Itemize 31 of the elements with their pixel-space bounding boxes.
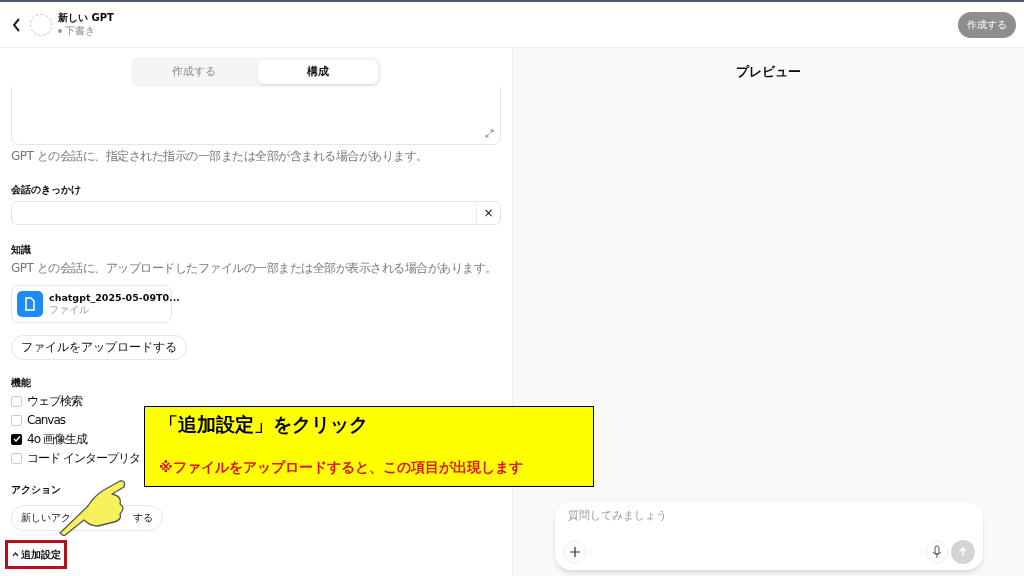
checkbox-label: ウェブ検索 (27, 393, 82, 410)
microphone-icon[interactable] (924, 540, 949, 564)
section-label: 機能 (11, 375, 32, 390)
checkbox-label: 4o 画像生成 (27, 431, 87, 448)
knowledge-caption: GPT との会話に、アップロードしたファイルの一部または全部が表示される場合があります。 (11, 260, 498, 277)
checkbox[interactable] (11, 433, 22, 445)
callout-note: ※ファイルをアップロードすると、この項目が出現します (159, 457, 524, 477)
document-icon (17, 291, 43, 317)
callout-title: 「追加設定」をクリック (159, 412, 369, 437)
plus-icon[interactable] (562, 540, 587, 564)
file-type: ファイル (49, 303, 90, 317)
draft-status: 下書き (65, 24, 95, 37)
section-label: 知識 (11, 243, 32, 257)
chat-input[interactable]: 質問してみましょう (567, 508, 975, 525)
back-icon[interactable] (12, 17, 22, 32)
caret-icon (11, 551, 19, 557)
preview-title: プレビュー (736, 63, 801, 81)
checkbox[interactable] (11, 414, 22, 426)
gpt-name: 新しい GPT (58, 12, 114, 25)
expand-icon[interactable] (485, 129, 494, 138)
section-label: アクション (11, 482, 62, 497)
checkbox[interactable] (11, 452, 22, 464)
file-name: chatgpt_2025-05-09T0... (49, 291, 180, 304)
chat-input-box[interactable]: 質問してみましょう (554, 502, 983, 570)
checkbox[interactable] (11, 395, 22, 407)
instructions-caption: GPT との会話に、指定された指示の一部または全部が含まれる場合があります。 (11, 148, 429, 165)
checkbox-label: Canvas (27, 412, 66, 429)
tab[interactable]: 構成 (258, 60, 378, 84)
section-label: 会話のきっかけ (11, 183, 82, 197)
send-icon[interactable] (950, 540, 975, 564)
checkbox-label: コード インタープリタ (27, 450, 140, 467)
